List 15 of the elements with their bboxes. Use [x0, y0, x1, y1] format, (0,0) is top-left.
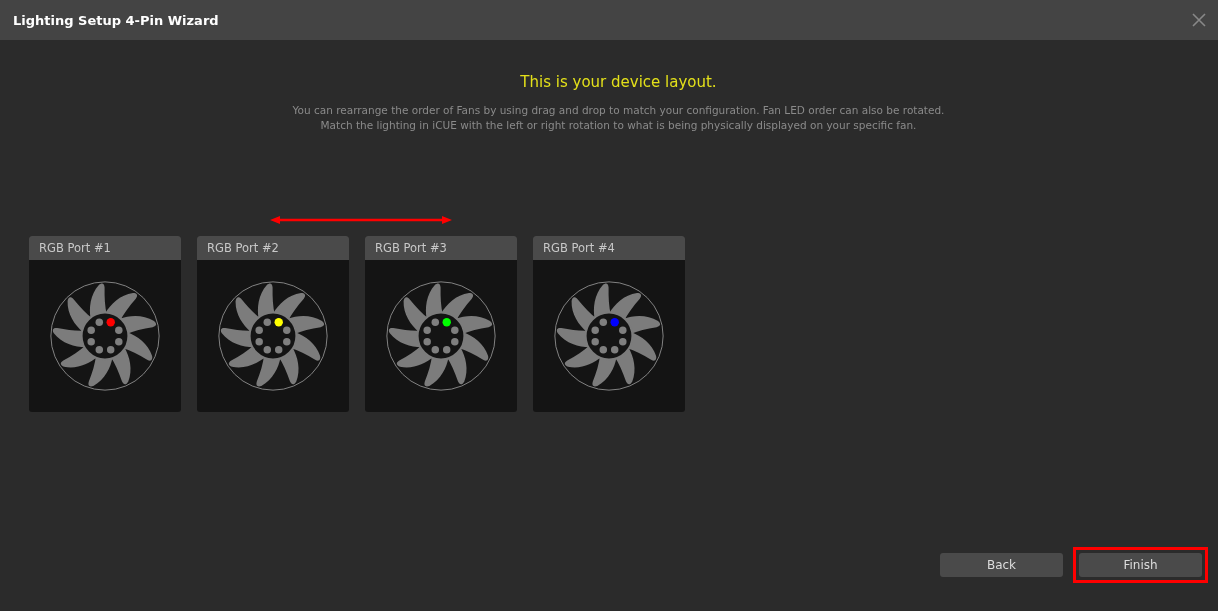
window-title: Lighting Setup 4-Pin Wizard	[13, 12, 219, 28]
description-text: Match the lighting in iCUE with the left or right rotation to what is being physically displayed on your specific fan.	[319, 118, 918, 133]
port-label: RGB Port #2	[197, 236, 349, 260]
port-card[interactable]: RGB Port #3	[365, 236, 517, 412]
port-label: RGB Port #3	[365, 236, 517, 260]
heading: This is your device layout.	[519, 73, 718, 91]
wizard-button[interactable]: Back	[940, 553, 1063, 577]
wizard-button[interactable]: Finish	[1079, 553, 1202, 577]
port-card[interactable]: RGB Port #4	[533, 236, 685, 412]
close-icon[interactable]	[1192, 13, 1206, 27]
description-text: You can rearrange the order of Fans by using drag and drop to match your configuration. Fan LED order can also be rotated.	[291, 103, 946, 118]
port-card[interactable]: RGB Port #2	[197, 236, 349, 412]
port-card[interactable]: RGB Port #1	[29, 236, 181, 412]
port-label: RGB Port #4	[533, 236, 685, 260]
port-label: RGB Port #1	[29, 236, 181, 260]
